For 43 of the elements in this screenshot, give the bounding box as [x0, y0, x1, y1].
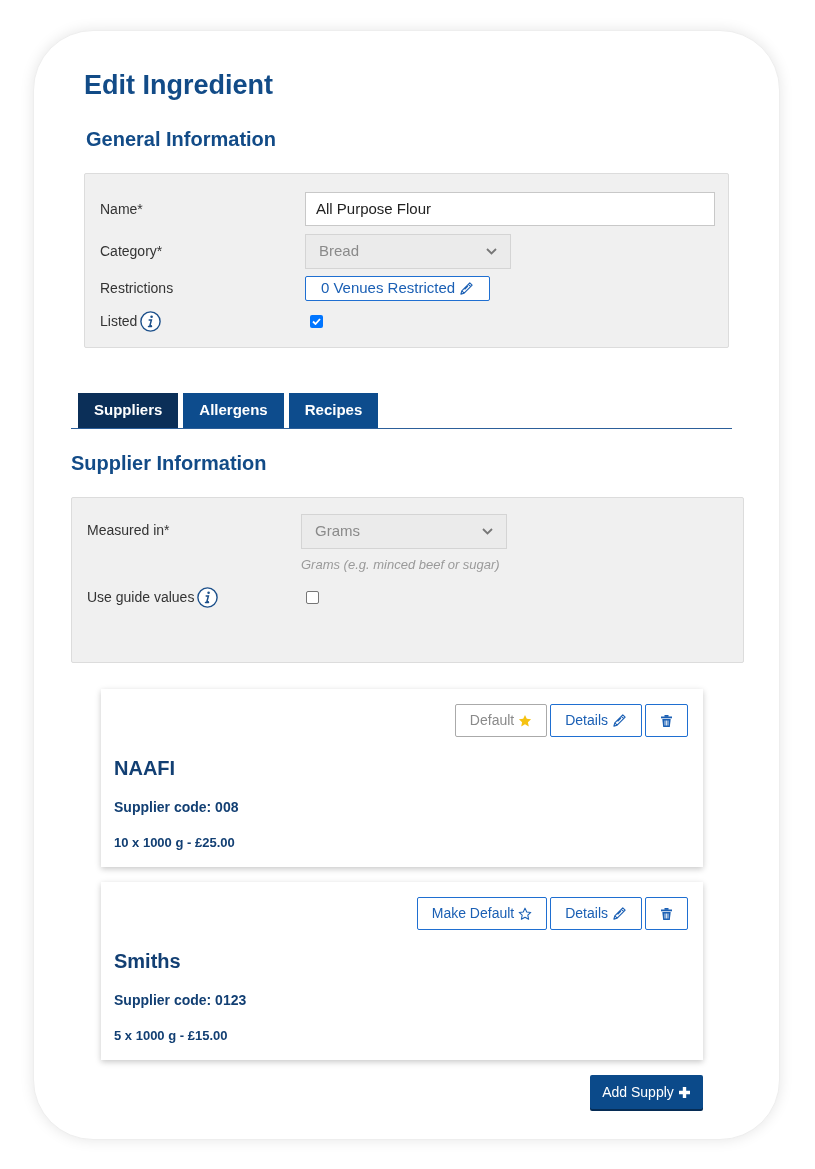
field-label: Measured in*	[87, 521, 170, 540]
checkbox[interactable]	[306, 590, 319, 604]
default-button[interactable]: Make Default	[416, 897, 548, 930]
field-label: Use guide values	[87, 587, 195, 607]
field-label: Category*	[100, 242, 163, 261]
check-icon	[312, 318, 321, 325]
default-button[interactable]: Default	[454, 704, 548, 737]
pack-price: 10 x 1000 g - £25.00	[114, 834, 235, 852]
details-button[interactable]: Details	[550, 704, 642, 737]
pack-price: 5 x 1000 g - £15.00	[114, 1027, 228, 1045]
delete-button[interactable]	[645, 897, 688, 930]
pencil-icon	[612, 713, 627, 728]
pencil-icon	[612, 906, 627, 921]
tab[interactable]: Recipes	[288, 393, 379, 428]
tab[interactable]: Allergens	[183, 393, 284, 428]
supplier-code: Supplier code: 008	[114, 798, 239, 816]
section-heading: General Information	[86, 127, 277, 151]
chevron-down-icon	[486, 248, 497, 255]
page-title: Edit Ingredient	[84, 69, 273, 102]
supplier-name: Smiths	[114, 949, 181, 973]
supplier-code: Supplier code: 0123	[114, 991, 247, 1009]
delete-button[interactable]	[645, 704, 688, 737]
supplier-name: NAAFI	[114, 756, 176, 780]
restrictions-button[interactable]: 0 Venues Restricted	[305, 276, 490, 301]
field-label: Name*	[100, 199, 143, 219]
star-icon	[518, 906, 533, 921]
tab[interactable]: Suppliers	[78, 393, 179, 428]
input-field[interactable]: All Purpose Flour	[305, 192, 715, 226]
chevron-down-icon	[482, 528, 493, 535]
field-label: Listed	[100, 312, 138, 331]
trash-icon	[661, 714, 672, 727]
trash-icon	[661, 907, 672, 920]
star-icon	[518, 713, 533, 728]
checkbox[interactable]	[310, 315, 323, 328]
pencil-icon	[459, 281, 475, 296]
section-heading: Supplier Information	[71, 451, 267, 475]
hint-text: Grams (e.g. minced beef or sugar)	[301, 556, 501, 574]
info-icon[interactable]	[197, 586, 219, 608]
plus-icon	[677, 1085, 691, 1099]
add-supply-button[interactable]: Add Supply	[590, 1075, 703, 1109]
info-icon[interactable]	[140, 311, 162, 332]
field-label: Restrictions	[100, 279, 174, 298]
details-button[interactable]: Details	[550, 897, 642, 930]
